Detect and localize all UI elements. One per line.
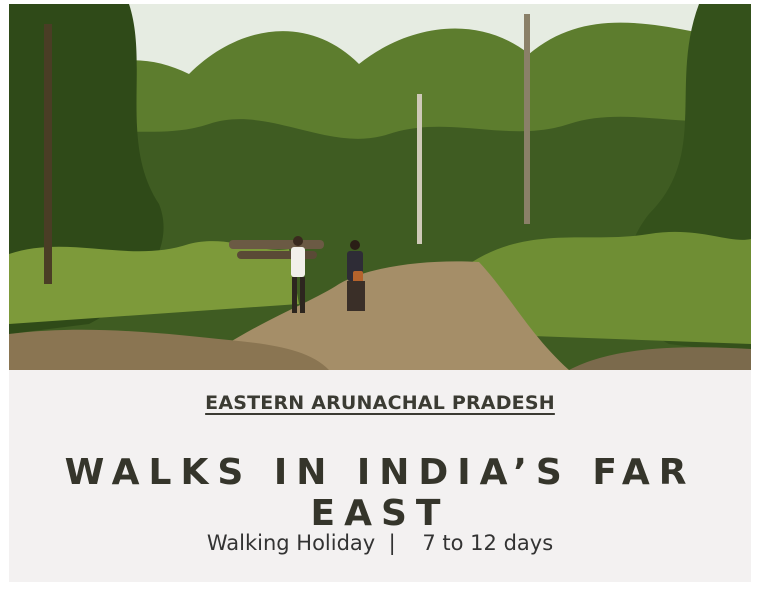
tour-card[interactable]: EASTERN ARUNACHAL PRADESH WALKS IN INDIA… — [9, 4, 751, 582]
trip-type: Walking Holiday — [206, 531, 376, 555]
region-link[interactable]: EASTERN ARUNACHAL PRADESH — [9, 392, 751, 414]
meta-separator: | — [388, 531, 396, 555]
tour-title[interactable]: WALKS IN INDIA’S FAR EAST — [9, 452, 751, 534]
forest-path-photo — [9, 4, 751, 370]
trip-duration: 7 to 12 days — [422, 531, 554, 555]
tour-meta: Walking Holiday | 7 to 12 days — [9, 531, 751, 555]
